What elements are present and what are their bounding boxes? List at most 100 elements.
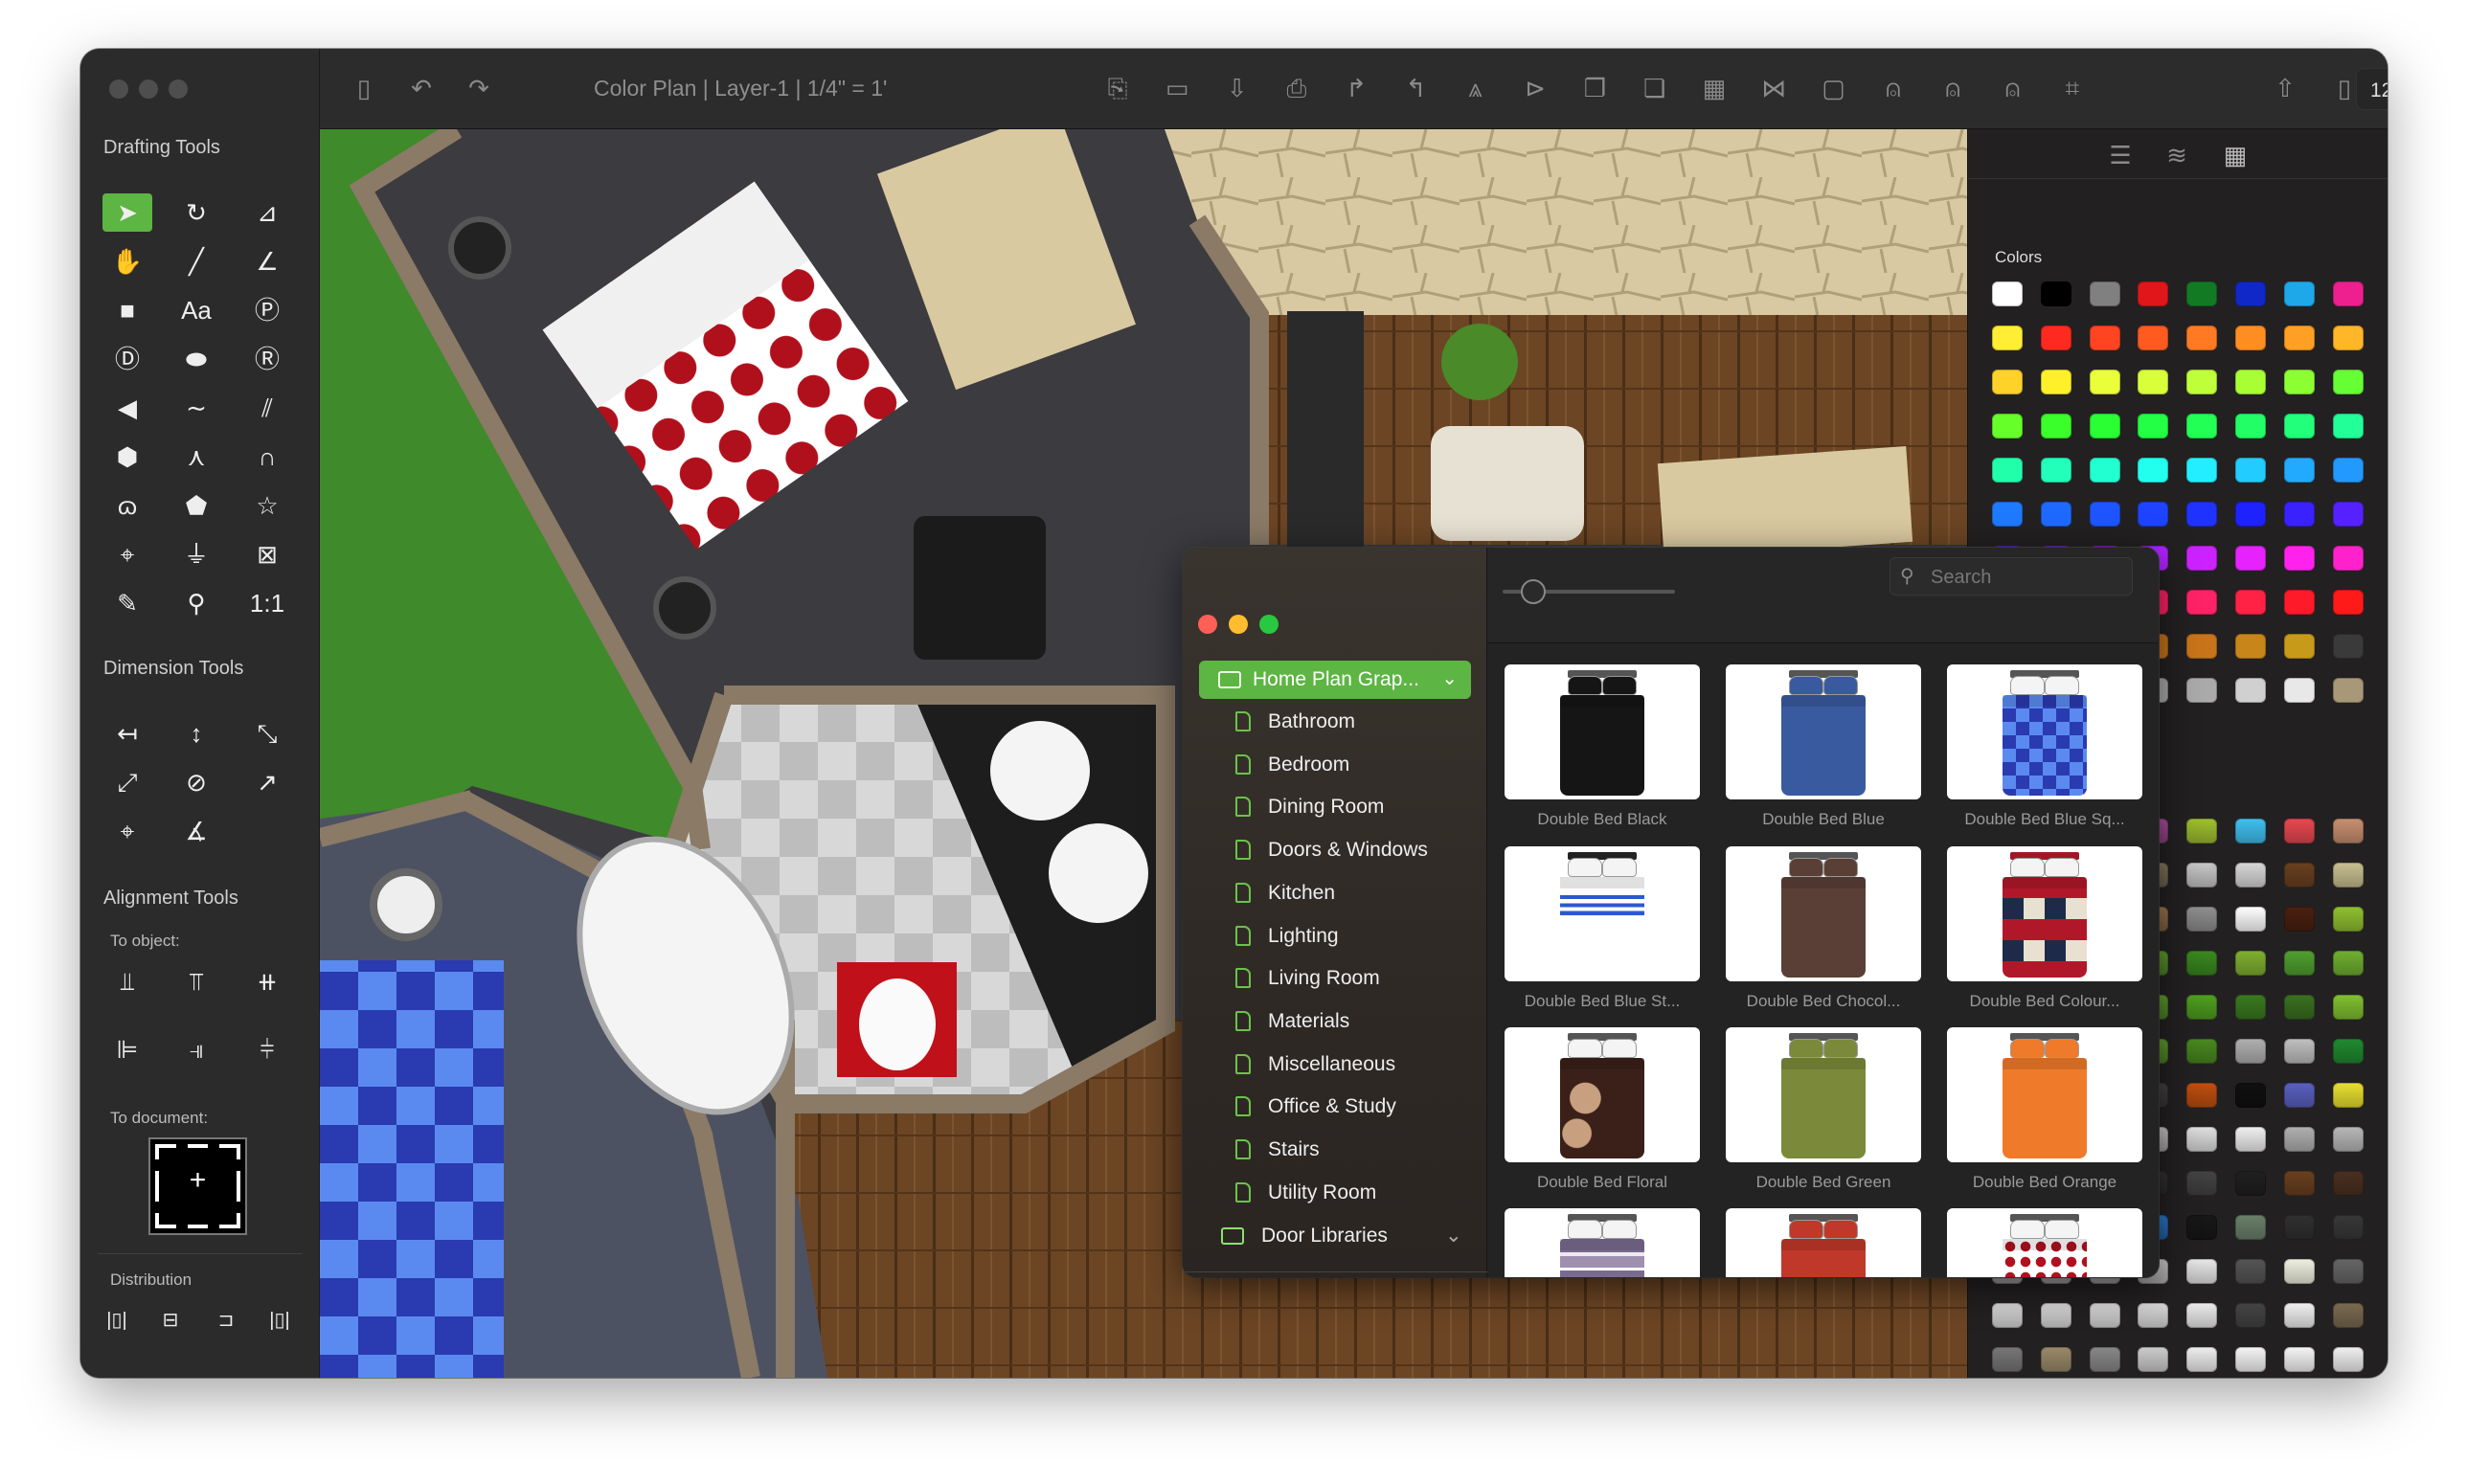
library-item-thumbnail[interactable] (1505, 1208, 1700, 1277)
library-category[interactable]: Miscellaneous (1235, 1046, 1395, 1084)
arc-button[interactable]: ∩ (242, 438, 292, 476)
crop-transform-button[interactable]: ⊿ (242, 193, 292, 232)
align-top-center-cell[interactable] (187, 1144, 209, 1159)
color-swatch[interactable] (2283, 546, 2315, 571)
inspector-icon[interactable]: ☰ (2104, 139, 2137, 171)
library-category[interactable]: Doors & Windows (1235, 831, 1428, 869)
library-category[interactable]: Utility Room (1235, 1174, 1376, 1212)
library-category[interactable]: Office & Study (1235, 1088, 1396, 1126)
color-swatch[interactable] (2332, 281, 2364, 306)
texture-swatch[interactable] (2235, 1083, 2266, 1108)
align-left-button[interactable]: ⊫ (102, 1030, 152, 1068)
align-to-document-grid[interactable]: + (148, 1137, 247, 1235)
color-swatch[interactable] (2283, 678, 2315, 703)
texture-swatch[interactable] (2283, 951, 2315, 976)
library-item-thumbnail[interactable] (1505, 1027, 1700, 1162)
color-swatch[interactable] (2332, 546, 2364, 571)
rotate-right-icon[interactable]: ↱ (1340, 72, 1372, 104)
color-swatch[interactable] (2283, 326, 2315, 350)
send-back-icon[interactable]: ❏ (1639, 72, 1671, 104)
library-category[interactable]: Living Room (1235, 959, 1380, 998)
library-item-thumbnail[interactable] (1726, 1027, 1921, 1162)
texture-swatch[interactable] (2235, 863, 2266, 888)
texture-swatch[interactable] (2186, 1039, 2218, 1064)
library-category[interactable]: Lighting (1235, 917, 1339, 956)
minimize-window-button[interactable] (139, 79, 158, 99)
align-middle-right-cell[interactable] (219, 1171, 240, 1202)
texture-swatch[interactable] (2283, 863, 2315, 888)
layers-icon[interactable]: ≋ (2161, 139, 2193, 171)
library-item-thumbnail[interactable] (1726, 1208, 1921, 1277)
library-category[interactable]: Bedroom (1235, 746, 1349, 784)
align-center-button[interactable]: ⫩ (242, 1030, 292, 1068)
color-swatch[interactable] (2235, 502, 2266, 527)
texture-swatch[interactable] (2186, 863, 2218, 888)
curve-button[interactable]: ∼ (171, 389, 221, 427)
library-item-thumbnail[interactable] (1726, 664, 1921, 799)
color-swatch[interactable] (2235, 546, 2266, 571)
color-swatch[interactable] (2040, 281, 2071, 306)
texture-swatch[interactable] (2283, 907, 2315, 932)
texture-swatch[interactable] (2235, 1127, 2266, 1152)
texture-swatch[interactable] (2283, 1083, 2315, 1108)
angle-dimension-button[interactable]: ∡ (171, 812, 221, 850)
color-swatch[interactable] (2040, 370, 2071, 394)
close-window-button[interactable] (109, 79, 128, 99)
shape-button[interactable]: ⬟ (171, 486, 221, 525)
color-swatch[interactable] (2235, 458, 2266, 483)
color-swatch[interactable] (2283, 458, 2315, 483)
color-swatch[interactable] (2235, 326, 2266, 350)
texture-swatch[interactable] (2283, 1259, 2315, 1284)
align-middle-button[interactable]: ⧺ (242, 962, 292, 1001)
texture-swatch[interactable] (2283, 1303, 2315, 1328)
distribute-top-button[interactable]: ⊟ (146, 1301, 195, 1339)
color-swatch[interactable] (2283, 502, 2315, 527)
texture-swatch[interactable] (2186, 1083, 2218, 1108)
freehand-button[interactable]: ɷ (102, 486, 152, 525)
polygon-button[interactable]: ◀ (102, 389, 152, 427)
flip-vertical-icon[interactable]: ⩓ (1460, 72, 1492, 104)
texture-swatch[interactable] (2235, 1347, 2266, 1372)
texture-swatch[interactable] (2186, 1259, 2218, 1284)
align-center-cell[interactable]: + (183, 1166, 214, 1206)
align-top-left-cell[interactable] (155, 1144, 176, 1159)
aligned-dimension-button[interactable]: ⤡ (242, 714, 292, 753)
color-swatch[interactable] (2283, 414, 2315, 438)
library-item-thumbnail[interactable] (1505, 664, 1700, 799)
texture-swatch[interactable] (2332, 1083, 2364, 1108)
texture-swatch[interactable] (2332, 819, 2364, 843)
color-swatch[interactable] (2089, 502, 2120, 527)
texture-swatch[interactable] (2235, 819, 2266, 843)
align-bottom-center-cell[interactable] (187, 1213, 209, 1228)
color-swatch[interactable] (2138, 326, 2169, 350)
star-button[interactable]: ☆ (242, 486, 292, 525)
color-swatch[interactable] (2089, 414, 2120, 438)
color-swatch[interactable] (2235, 590, 2266, 615)
texture-swatch[interactable] (2186, 1347, 2218, 1372)
flip-horizontal-icon[interactable]: ⊳ (1519, 72, 1551, 104)
color-swatch[interactable] (2332, 502, 2364, 527)
color-swatch[interactable] (2332, 414, 2364, 438)
actual-size-tool[interactable]: 1:1 (242, 584, 292, 622)
color-swatch[interactable] (2186, 326, 2218, 350)
center-mark-button[interactable]: ⌖ (102, 812, 152, 850)
grid-icon[interactable]: ▦ (1698, 72, 1731, 104)
align-top-right-cell[interactable] (219, 1144, 240, 1159)
align-bottom-right-cell[interactable] (219, 1213, 240, 1228)
texture-swatch[interactable] (2332, 1259, 2364, 1284)
new-document-icon[interactable]: ⎘ (1101, 72, 1134, 104)
double-line-button[interactable]: ⫽ (242, 389, 292, 427)
color-swatch[interactable] (2235, 678, 2266, 703)
color-swatch[interactable] (1992, 458, 2023, 483)
angle-line-button[interactable]: ∠ (242, 242, 292, 281)
texture-swatch[interactable] (2186, 951, 2218, 976)
library-item-thumbnail[interactable] (1947, 846, 2142, 981)
color-swatch[interactable] (2089, 281, 2120, 306)
texture-swatch[interactable] (2235, 951, 2266, 976)
texture-swatch[interactable] (2283, 1215, 2315, 1240)
ellipse-button[interactable]: ⬬ (171, 340, 221, 378)
texture-swatch[interactable] (2235, 1259, 2266, 1284)
texture-swatch[interactable] (2186, 1171, 2218, 1196)
texture-swatch[interactable] (2283, 1347, 2315, 1372)
color-swatch[interactable] (2138, 414, 2169, 438)
